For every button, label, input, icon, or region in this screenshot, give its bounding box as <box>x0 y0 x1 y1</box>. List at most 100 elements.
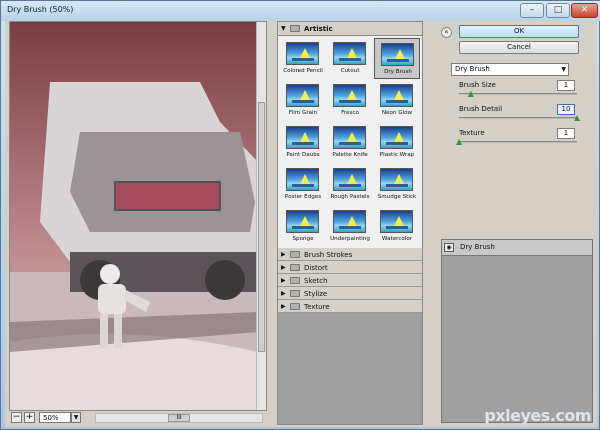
slider-knob-icon[interactable] <box>456 139 462 145</box>
folder-icon <box>290 264 300 271</box>
category-label: Texture <box>304 303 330 311</box>
category-row[interactable]: ▶ Sketch <box>278 274 422 287</box>
category-row[interactable]: ▶ Texture <box>278 300 422 313</box>
zoom-dropdown-icon[interactable]: ▼ <box>71 412 81 423</box>
folder-icon <box>290 277 300 284</box>
filter-preview-image <box>380 168 413 191</box>
collapsed-triangle-icon[interactable]: ▶ <box>281 290 286 297</box>
filter-gallery-window: Dry Brush (50%) – □ ✕ − + 50% ▼ III ▼ Ar… <box>0 0 600 430</box>
category-label: Brush Strokes <box>304 251 353 259</box>
window-title: Dry Brush (50%) <box>7 5 74 14</box>
filter-preview-image <box>333 42 366 65</box>
collapse-gallery-icon[interactable]: « <box>441 27 452 38</box>
filter-gallery: ▼ Artistic Colored Pencil Cutout Dry Brush… <box>277 21 423 425</box>
preview-horizontal-scrollbar[interactable]: III <box>95 413 263 423</box>
maximize-button[interactable]: □ <box>546 3 570 18</box>
filter-select[interactable]: Dry Brush ▼ <box>451 63 569 76</box>
collapsed-triangle-icon[interactable]: ▶ <box>281 277 286 284</box>
preview-zoom-bar: − + 50% ▼ III <box>9 411 267 425</box>
filter-thumbnail-label: Plastic Wrap <box>379 152 415 158</box>
filter-thumbnail[interactable]: Dry Brush <box>374 38 420 79</box>
filter-preview-image <box>286 42 319 65</box>
collapsed-triangle-icon[interactable]: ▶ <box>281 303 286 310</box>
filter-thumbnail[interactable]: Underpainting <box>327 206 373 247</box>
filter-thumbnail-label: Poster Edges <box>284 194 322 200</box>
preview-vertical-scrollbar[interactable] <box>256 22 266 410</box>
category-row[interactable]: ▶ Stylize <box>278 287 422 300</box>
scroll-thumb[interactable]: III <box>168 414 190 422</box>
filter-thumbnail[interactable]: Cutout <box>327 38 373 79</box>
zoom-out-button[interactable]: − <box>11 412 22 423</box>
param-slider[interactable] <box>459 115 580 121</box>
category-label: Distort <box>304 264 328 272</box>
collapsed-triangle-icon[interactable]: ▶ <box>281 251 286 258</box>
filter-thumbnail[interactable]: Sponge <box>280 206 326 247</box>
zoom-in-button[interactable]: + <box>24 412 35 423</box>
param-value-field[interactable]: 1 <box>557 80 575 91</box>
watermark: pxleyes.com <box>484 406 591 425</box>
filter-thumbnail-label: Rough Pastels <box>330 194 370 200</box>
slider-knob-icon[interactable] <box>467 91 474 97</box>
expanded-triangle-icon[interactable]: ▼ <box>281 25 286 32</box>
category-artistic[interactable]: ▼ Artistic <box>278 22 422 36</box>
filter-preview-image <box>286 84 319 107</box>
filter-thumbnail[interactable]: Film Grain <box>280 80 326 121</box>
title-bar[interactable]: Dry Brush (50%) – □ ✕ <box>1 1 600 21</box>
filter-preview-image <box>380 126 413 149</box>
preview-pane[interactable] <box>9 21 267 411</box>
effect-layer-label: Dry Brush <box>460 243 495 251</box>
param-value-field[interactable]: 10 <box>557 104 575 115</box>
effect-layer-row[interactable]: ◉ Dry Brush <box>442 240 592 256</box>
filter-preview-image <box>333 168 366 191</box>
filter-thumbnails: Colored Pencil Cutout Dry Brush Film Grain F… <box>278 36 422 248</box>
filter-thumbnail-label: Paint Daubs <box>286 152 320 158</box>
filter-thumbnail[interactable]: Paint Daubs <box>280 122 326 163</box>
filter-thumbnail-label: Colored Pencil <box>283 68 323 74</box>
close-button[interactable]: ✕ <box>571 3 598 18</box>
filter-thumbnail[interactable]: Palette Knife <box>327 122 373 163</box>
category-row[interactable]: ▶ Brush Strokes <box>278 248 422 261</box>
filter-settings-panel: « OK Cancel Dry Brush ▼ Brush Size 1 Brush… <box>439 21 597 425</box>
filter-thumbnail[interactable]: Plastic Wrap <box>374 122 420 163</box>
param-label: Brush Size <box>459 81 496 89</box>
filter-preview-image <box>286 168 319 191</box>
filter-preview-image <box>286 210 319 233</box>
category-label: Sketch <box>304 277 328 285</box>
filter-thumbnail[interactable]: Colored Pencil <box>280 38 326 79</box>
filter-preview-image <box>381 43 414 66</box>
filter-thumbnail[interactable]: Watercolor <box>374 206 420 247</box>
param-value-field[interactable]: 1 <box>557 128 575 139</box>
param-slider[interactable] <box>456 139 577 145</box>
ok-button[interactable]: OK <box>459 25 579 38</box>
filter-thumbnail[interactable]: Rough Pastels <box>327 164 373 205</box>
filter-thumbnail-label: Film Grain <box>288 110 318 116</box>
folder-icon <box>290 25 300 32</box>
dialog-body: − + 50% ▼ III ▼ Artistic Colored Pencil C… <box>5 21 597 427</box>
filter-select-value: Dry Brush <box>455 65 490 73</box>
slider-knob-icon[interactable] <box>574 115 580 121</box>
filter-thumbnail-label: Cutout <box>340 68 360 74</box>
param-slider[interactable] <box>459 91 577 97</box>
filter-thumbnail-label: Underpainting <box>330 236 370 242</box>
chevron-down-icon: ▼ <box>561 66 566 73</box>
zoom-level-field[interactable]: 50% <box>39 412 71 423</box>
minimize-button[interactable]: – <box>520 3 544 18</box>
filter-preview-image <box>286 126 319 149</box>
filter-thumbnail-label: Watercolor <box>381 236 413 242</box>
preview-image <box>10 22 258 410</box>
collapsed-triangle-icon[interactable]: ▶ <box>281 264 286 271</box>
filter-thumbnail-label: Neon Glow <box>381 110 413 116</box>
param-label: Brush Detail <box>459 105 503 113</box>
eye-icon[interactable]: ◉ <box>444 243 454 252</box>
filter-thumbnail[interactable]: Neon Glow <box>374 80 420 121</box>
filter-thumbnail-label: Palette Knife <box>332 152 368 158</box>
param-label: Texture <box>459 129 485 137</box>
filter-thumbnail-label: Smudge Stick <box>377 194 417 200</box>
folder-icon <box>290 303 300 310</box>
filter-thumbnail[interactable]: Smudge Stick <box>374 164 420 205</box>
filter-thumbnail-label: Fresco <box>341 110 359 116</box>
cancel-button[interactable]: Cancel <box>459 41 579 54</box>
filter-thumbnail[interactable]: Poster Edges <box>280 164 326 205</box>
category-row[interactable]: ▶ Distort <box>278 261 422 274</box>
filter-thumbnail[interactable]: Fresco <box>327 80 373 121</box>
